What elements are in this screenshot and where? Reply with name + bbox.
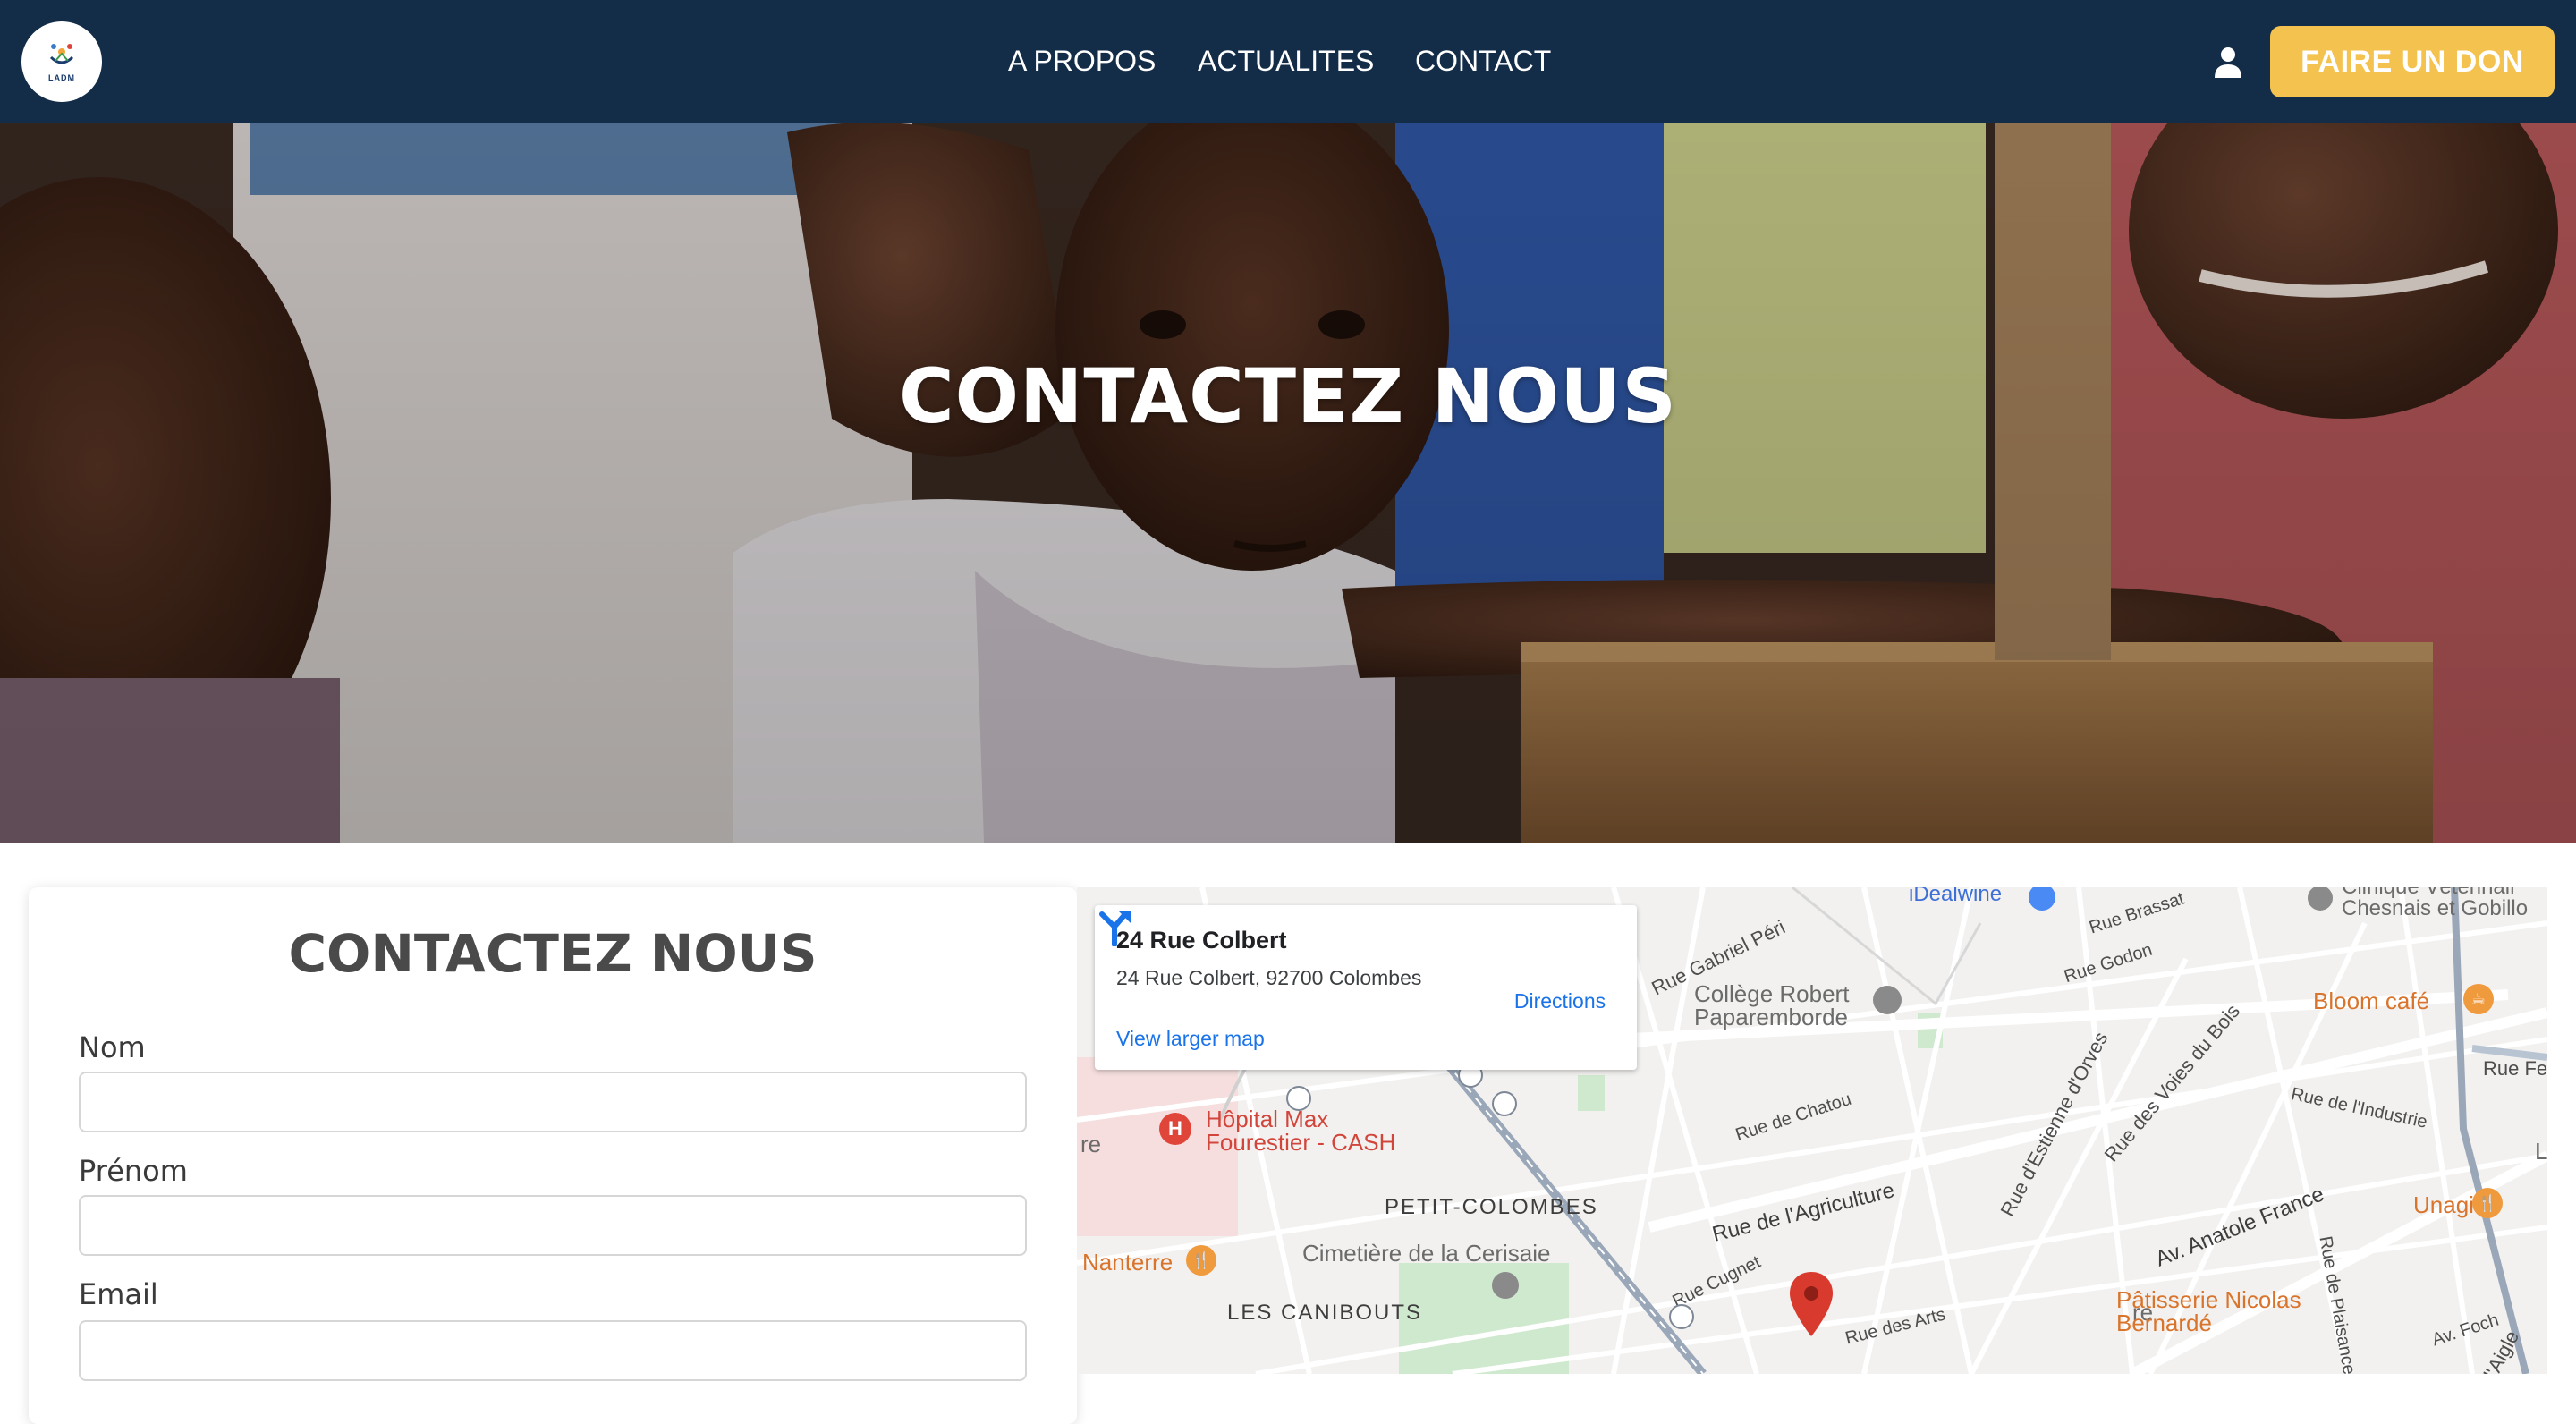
label-cimetiere: Cimetière de la Cerisaie bbox=[1302, 1240, 1551, 1267]
donate-button[interactable]: FAIRE UN DON bbox=[2270, 26, 2555, 97]
bus-stop-icon[interactable] bbox=[1286, 1086, 1311, 1111]
school-pin-icon[interactable] bbox=[1873, 986, 1902, 1014]
directions-icon[interactable] bbox=[1095, 905, 1134, 946]
train-station-icon[interactable] bbox=[1492, 1091, 1517, 1116]
nav-actualites[interactable]: ACTUALITES bbox=[1198, 41, 1374, 81]
map-info-card: 24 Rue Colbert 24 Rue Colbert, 92700 Col… bbox=[1095, 905, 1637, 1070]
map-place-title: 24 Rue Colbert bbox=[1116, 927, 1287, 954]
form-title: CONTACTEZ NOUS bbox=[288, 923, 818, 984]
nav-a-propos[interactable]: A PROPOS bbox=[1008, 41, 1156, 81]
email-label: Email bbox=[79, 1277, 158, 1311]
directions-link[interactable]: Directions bbox=[1506, 989, 1614, 1013]
label-clinique-2: Chesnais et Gobillo bbox=[2342, 896, 2529, 920]
hero-banner: CONTACTEZ NOUS bbox=[0, 123, 2576, 843]
prenom-input[interactable] bbox=[79, 1195, 1027, 1256]
label-unagi: Unagi bbox=[2413, 1191, 2474, 1218]
label-idealwine: iDealwine bbox=[1909, 887, 2003, 906]
cafe-pin-icon[interactable]: ☕ bbox=[2463, 984, 2494, 1014]
restaurant-pin-icon[interactable]: 🍴 bbox=[1186, 1245, 1216, 1276]
prenom-label: Prénom bbox=[79, 1154, 188, 1188]
bus-stop-icon[interactable] bbox=[1669, 1304, 1694, 1329]
cemetery-pin-icon[interactable] bbox=[1492, 1272, 1519, 1299]
hospital-pin-icon[interactable]: H bbox=[1159, 1113, 1191, 1145]
label-re: re bbox=[1080, 1131, 1102, 1157]
nav-contact[interactable]: CONTACT bbox=[1415, 41, 1551, 81]
street-rue-fe: Rue Fe bbox=[2483, 1057, 2547, 1080]
hero-photo bbox=[0, 123, 2576, 843]
site-header: LADM A PROPOS ACTUALITES CONTACT FAIRE U… bbox=[0, 0, 2576, 123]
user-icon[interactable] bbox=[2213, 46, 2243, 78]
contact-form-card: CONTACTEZ NOUS Nom Prénom Email bbox=[29, 887, 1077, 1424]
map-place-address: 24 Rue Colbert, 92700 Colombes bbox=[1116, 966, 1422, 989]
hero-title: CONTACTEZ NOUS bbox=[898, 352, 1678, 440]
label-hopital-2: Fourestier - CASH bbox=[1206, 1129, 1396, 1156]
label-l: L bbox=[2535, 1138, 2547, 1165]
embedded-map[interactable]: re re iDealwine Clinique Vétérinair Ches… bbox=[1077, 887, 2547, 1374]
label-college-2: Paparemborde bbox=[1694, 1004, 1848, 1030]
location-pin-icon[interactable] bbox=[1787, 1270, 1835, 1338]
label-nanterre: Nanterre bbox=[1082, 1249, 1174, 1276]
main-nav: A PROPOS ACTUALITES CONTACT bbox=[0, 41, 2576, 81]
label-bloom-cafe: Bloom café bbox=[2313, 987, 2430, 1014]
label-patisserie-2: Bernardé bbox=[2116, 1310, 2212, 1336]
email-input[interactable] bbox=[79, 1320, 1027, 1381]
unagi-pin-icon[interactable]: 🍴 bbox=[2472, 1188, 2503, 1218]
view-larger-map-link[interactable]: View larger map bbox=[1116, 1027, 1265, 1051]
nom-label: Nom bbox=[79, 1030, 146, 1064]
nom-input[interactable] bbox=[79, 1072, 1027, 1132]
label-petit-colombes: PETIT-COLOMBES bbox=[1385, 1195, 1598, 1219]
label-les-canibouts: LES CANIBOUTS bbox=[1227, 1301, 1423, 1325]
